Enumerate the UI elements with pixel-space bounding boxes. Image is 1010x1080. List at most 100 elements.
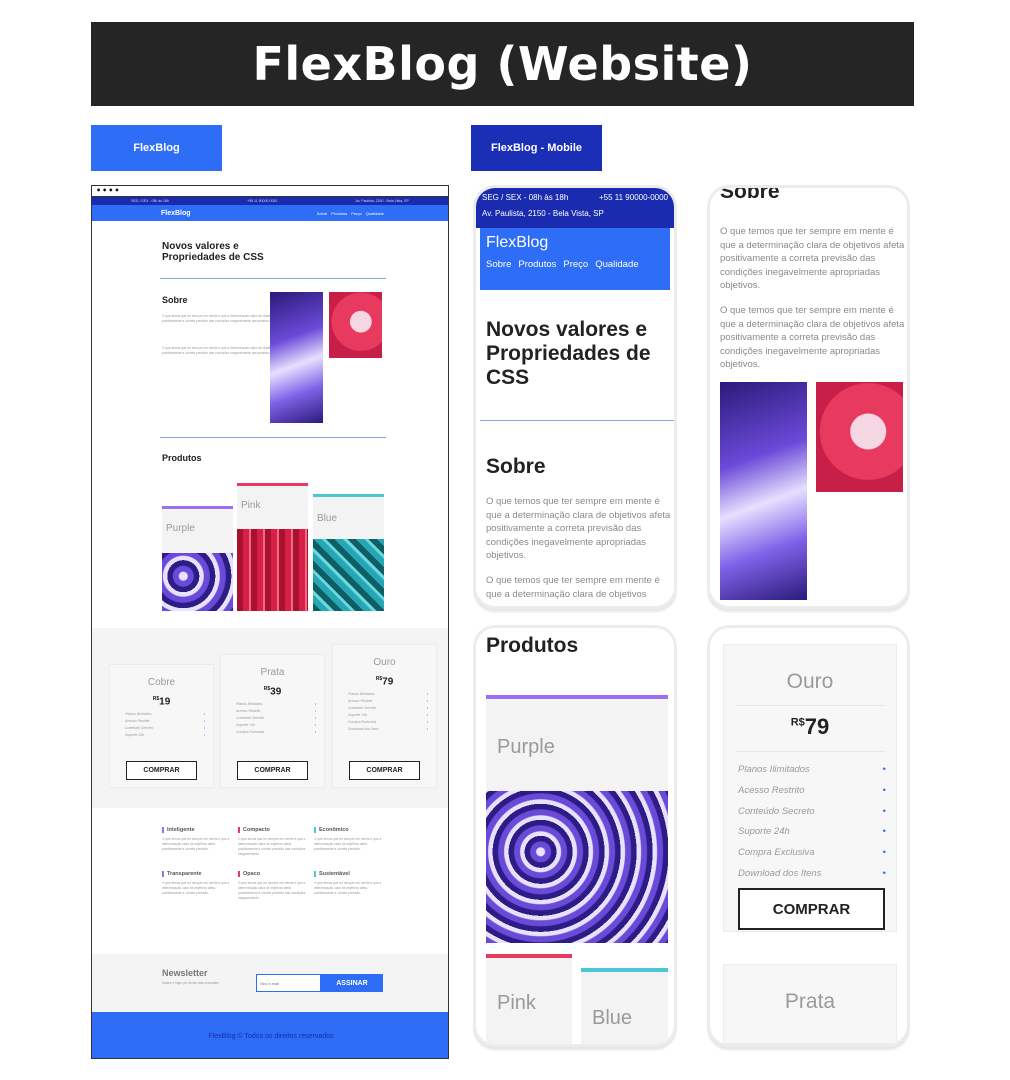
- desktop-produtos-title: Produtos: [162, 453, 202, 463]
- mobile-produtos-title: Produtos: [486, 634, 579, 657]
- plan-name: Ouro: [373, 657, 396, 668]
- nav-link-preco[interactable]: Preço: [351, 211, 361, 216]
- product-label: Purple: [497, 736, 555, 758]
- mobile-nav-sobre[interactable]: Sobre: [486, 259, 511, 270]
- desktop-footer: FlexBlog © Todos os direitos reservados: [92, 1012, 448, 1058]
- plan-feature: Suporte 24h •: [738, 826, 886, 838]
- page-title-bar: FlexBlog (Website): [91, 22, 914, 106]
- topbar-hours: SEG / SEX - 08h às 18h: [131, 199, 169, 203]
- mobile-label: FlexBlog - Mobile: [471, 125, 602, 171]
- plan-feature: Compra Exclusiva •: [236, 730, 316, 735]
- plan-feature: Planos Ilimitados •: [125, 712, 205, 717]
- window-dots: ••••: [92, 186, 448, 197]
- product-label: Purple: [166, 523, 195, 534]
- quality-title: Econômico: [314, 827, 386, 833]
- quality-item: Compacto O que temos que ter sempre em m…: [238, 827, 310, 857]
- nav-link-produtos[interactable]: Produtos: [331, 211, 347, 216]
- topbar-address: Av. Paulista, 2150 - Bela Vista, SP: [355, 199, 409, 203]
- plan-feature: Suporte 24h •: [125, 733, 205, 738]
- plan-card-cobre: Cobre R$19 Planos Ilimitados • Acesso Res…: [109, 664, 214, 788]
- mobile-sobre-p1: O que temos que ter sempre em mente é qu…: [720, 226, 905, 291]
- plan-card-ouro: Ouro R$79 Planos Ilimitados • Acesso Rest…: [332, 644, 437, 788]
- mobile-sobre-p1: O que temos que ter sempre em mente é qu…: [486, 496, 671, 561]
- product-label: Pink: [497, 992, 536, 1014]
- quality-text: O que temos que ter sempre em mente é qu…: [162, 837, 230, 851]
- phone-mockup-3: Produtos Purple Pink Blue: [473, 625, 677, 1047]
- quality-title: Sustentável: [314, 871, 386, 877]
- quality-text: O que temos que ter sempre em mente é qu…: [162, 881, 230, 895]
- product-image-purple: [486, 791, 668, 943]
- mobile-product-card-purple[interactable]: Purple: [486, 695, 668, 943]
- plan-feature: Conteúdo Secreto •: [348, 706, 428, 711]
- plan-feature: Acesso Restrito •: [348, 699, 428, 704]
- comprar-button[interactable]: COMPRAR: [237, 761, 308, 780]
- product-label: Pink: [241, 500, 261, 511]
- desktop-sobre-title: Sobre: [162, 295, 188, 305]
- phone-mockup-2: Sobre O que temos que ter sempre em ment…: [707, 185, 910, 609]
- plan-name: Prata: [784, 990, 836, 1013]
- comprar-button[interactable]: COMPRAR: [126, 761, 197, 780]
- plan-name: Ouro: [786, 670, 834, 693]
- plan-feature: Acesso Restrito •: [738, 784, 886, 796]
- mobile-topbar-phone: +55 11 90000-0000: [598, 193, 668, 202]
- desktop-topbar: SEG / SEX - 08h às 18h +55 11 90000-0000…: [92, 197, 448, 205]
- desktop-mockup: •••• SEG / SEX - 08h às 18h +55 11 90000…: [91, 185, 449, 1059]
- nav-link-sobre[interactable]: Sobre: [317, 211, 328, 216]
- divider: [160, 437, 386, 438]
- sobre-image-woman: [270, 292, 323, 423]
- topbar-phone: +55 11 90000-0000: [247, 199, 278, 203]
- mobile-nav-produtos[interactable]: Produtos: [518, 259, 556, 270]
- plan-feature: Planos Ilimitados •: [738, 764, 886, 775]
- mobile-product-card-pink[interactable]: Pink: [486, 954, 572, 1044]
- phone-mockup-4: Ouro R$79 Planos Ilimitados • Acesso Rest…: [707, 625, 910, 1047]
- phone-mockup-1: SEG / SEX - 08h às 18h +55 11 90000-0000…: [473, 185, 677, 609]
- plan-price: 79: [804, 714, 830, 739]
- product-card-pink[interactable]: Pink: [237, 483, 308, 611]
- desktop-hero-title: Novos valores e Propriedades de CSS: [162, 241, 264, 263]
- plan-name: Prata: [260, 667, 285, 678]
- sobre-image-flowers: [816, 382, 903, 492]
- divider: [480, 420, 674, 421]
- divider: [160, 278, 386, 279]
- mobile-nav: FlexBlog Sobre Produtos Preço Qualidade: [480, 228, 670, 290]
- plan-price: 39: [270, 686, 282, 698]
- plan-feature: Conteúdo Secreto •: [738, 805, 886, 817]
- quality-text: O que temos que ter sempre em mente é qu…: [314, 837, 382, 851]
- mobile-sobre-p2: O que temos que ter sempre em mente é qu…: [486, 575, 660, 600]
- product-card-purple[interactable]: Purple: [162, 506, 233, 611]
- mobile-logo[interactable]: FlexBlog: [486, 234, 664, 252]
- product-card-blue[interactable]: Blue: [313, 494, 384, 611]
- mobile-sobre-title-cut: Sobre: [720, 185, 780, 203]
- plan-card-prata: Prata R$39 Planos Ilimitados • Acesso Res…: [220, 654, 325, 788]
- nav-link-qualidade[interactable]: Qualidade: [366, 211, 384, 216]
- plan-feature: Acesso Restrito •: [236, 709, 316, 714]
- plan-name: Cobre: [147, 677, 176, 688]
- mobile-product-card-blue[interactable]: Blue: [581, 968, 668, 1044]
- plan-feature: Conteúdo Secreto •: [125, 726, 205, 731]
- quality-text: O que temos que ter sempre em mente é qu…: [314, 881, 382, 895]
- mobile-sobre-title: Sobre: [486, 455, 546, 478]
- quality-item: Sustentável O que temos que ter sempre e…: [314, 871, 386, 901]
- desktop-logo[interactable]: FlexBlog: [161, 210, 191, 217]
- mobile-topbar-address: Av. Paulista, 2150 - Bela Vista, SP: [482, 209, 604, 218]
- quality-title: Inteligente: [162, 827, 234, 833]
- newsletter-subtitle: Assine e fique por dentro das novidades: [162, 981, 219, 985]
- product-label: Blue: [592, 1007, 633, 1029]
- quality-item: Inteligente O que temos que ter sempre e…: [162, 827, 234, 857]
- plan-feature: Planos Ilimitados •: [236, 702, 316, 707]
- mobile-nav-qualidade[interactable]: Qualidade: [595, 259, 638, 270]
- quality-title: Transparente: [162, 871, 234, 877]
- product-image-blue: [313, 539, 384, 611]
- mobile-nav-preco[interactable]: Preço: [563, 259, 588, 270]
- product-image-purple: [162, 553, 233, 611]
- desktop-nav: FlexBlog Sobre Produtos Preço Qualidade: [92, 205, 448, 221]
- plan-currency: R$: [790, 716, 805, 729]
- assinar-button[interactable]: ASSINAR: [321, 974, 383, 992]
- comprar-button[interactable]: COMPRAR: [349, 761, 420, 780]
- product-image-pink: [237, 529, 308, 611]
- newsletter-email-input[interactable]: [256, 974, 321, 992]
- plan-feature: Acesso Restrito •: [125, 719, 205, 724]
- plan-feature: Compra Exclusiva •: [348, 720, 428, 725]
- comprar-button[interactable]: COMPRAR: [738, 888, 885, 930]
- mobile-plan-card-ouro: Ouro R$79 Planos Ilimitados • Acesso Rest…: [723, 644, 897, 932]
